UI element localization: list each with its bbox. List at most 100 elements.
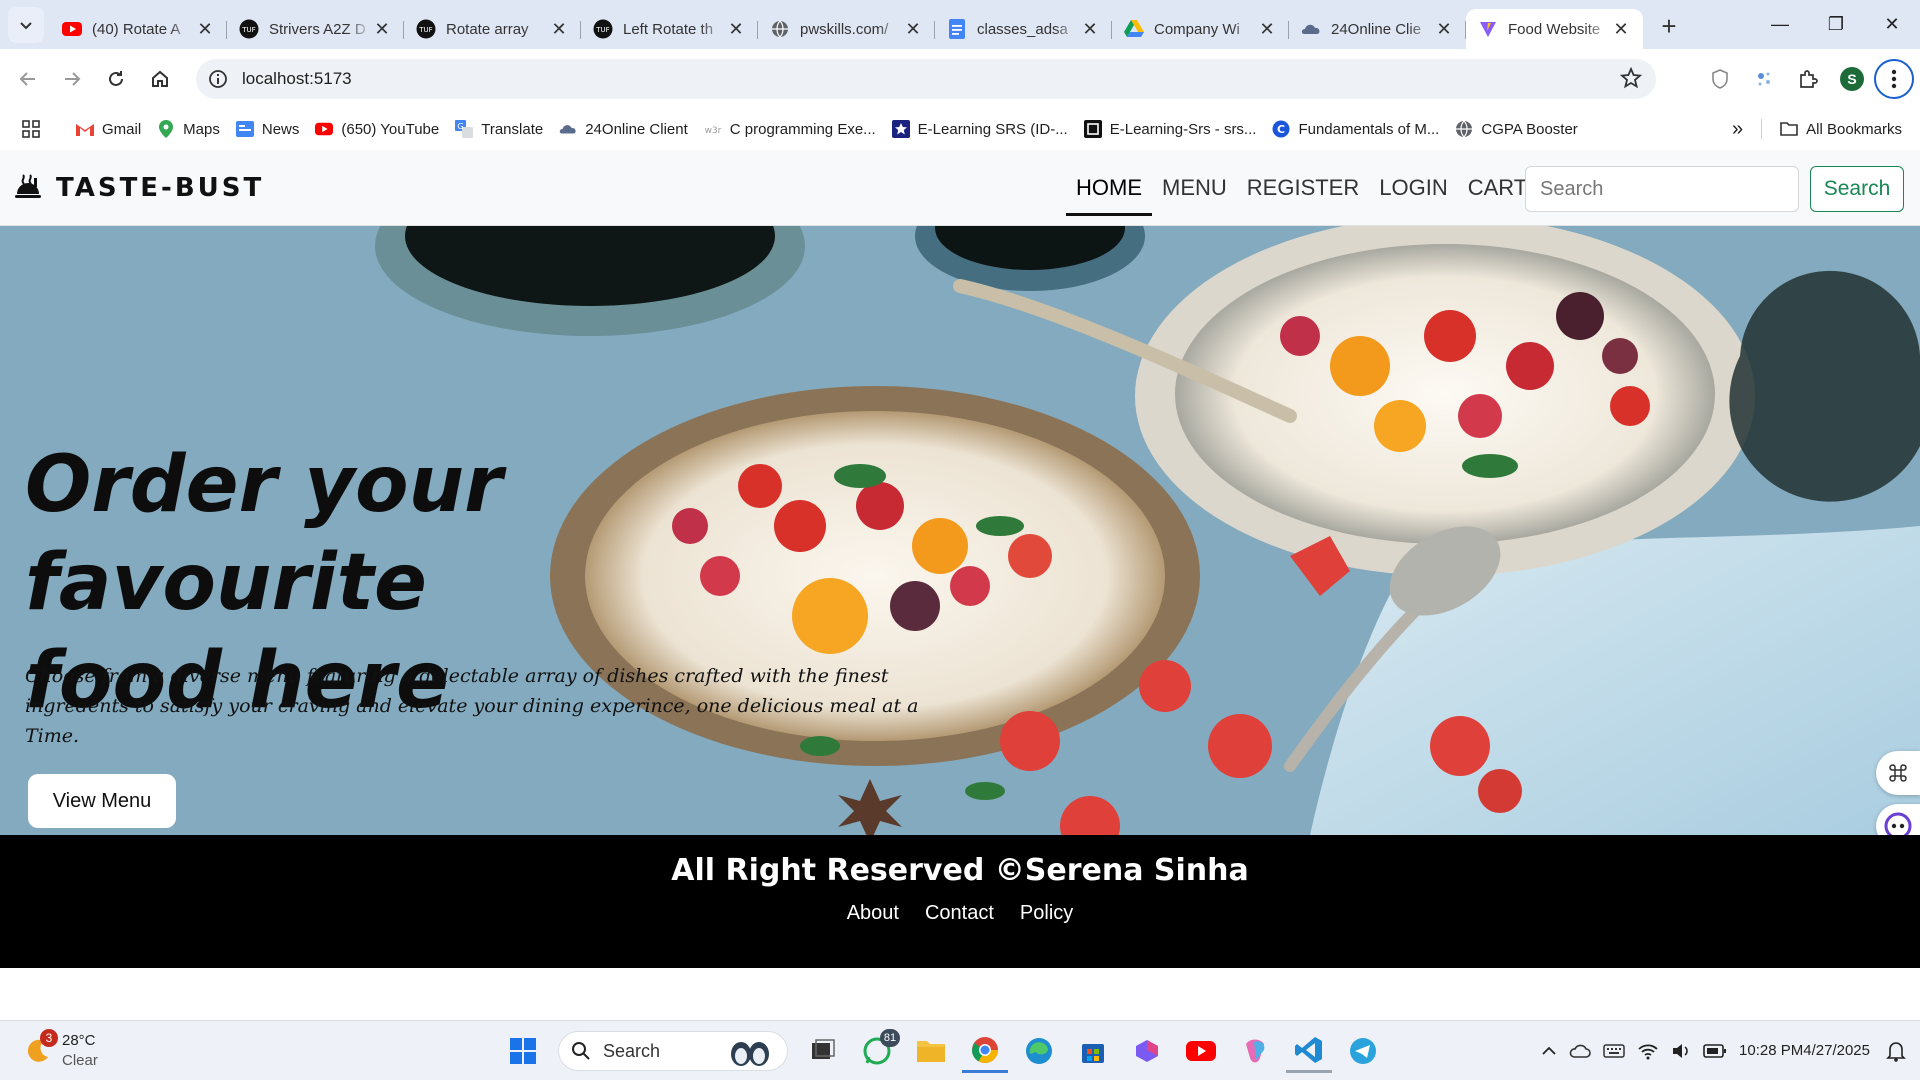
- tab-title: pwskills.com/: [800, 20, 889, 38]
- file-explorer-app[interactable]: [908, 1029, 954, 1073]
- home-icon: [152, 70, 168, 87]
- browser-tab[interactable]: 24Online Clie ✕: [1289, 9, 1466, 49]
- close-tab-icon[interactable]: ✕: [372, 19, 392, 40]
- extensions-button[interactable]: [1786, 57, 1830, 101]
- close-tab-icon[interactable]: ✕: [1611, 19, 1631, 40]
- browser-tab[interactable]: pwskills.com/ ✕: [758, 9, 935, 49]
- close-tab-icon[interactable]: ✕: [726, 19, 746, 40]
- extension-sparkle-button[interactable]: [1742, 57, 1786, 101]
- close-tab-icon[interactable]: ✕: [1434, 19, 1454, 40]
- tab-title: Left Rotate th: [623, 20, 714, 38]
- home-button[interactable]: [138, 57, 182, 101]
- bookmark-item[interactable]: Maps: [149, 113, 228, 145]
- browser-tab[interactable]: TUF Strivers A2Z D ✕: [227, 9, 404, 49]
- footer-link-contact[interactable]: Contact: [925, 902, 994, 925]
- start-button[interactable]: [500, 1029, 546, 1073]
- globe-icon: [770, 19, 790, 39]
- close-window-button[interactable]: ✕: [1864, 0, 1920, 49]
- bookmark-item[interactable]: E-Learning SRS (ID-...: [884, 113, 1076, 145]
- nav-link-menu[interactable]: MENU: [1152, 150, 1237, 226]
- task-view-button[interactable]: [800, 1029, 846, 1073]
- browser-tab[interactable]: (40) Rotate A ✕: [50, 9, 227, 49]
- bookmark-item[interactable]: CGPA Booster: [1447, 113, 1585, 145]
- close-tab-icon[interactable]: ✕: [1080, 19, 1100, 40]
- footer-link-about[interactable]: About: [847, 902, 899, 925]
- weather-widget[interactable]: 3 28°C Clear: [24, 1029, 98, 1071]
- youtube-app[interactable]: [1178, 1029, 1224, 1073]
- notifications-button[interactable]: [1886, 1040, 1906, 1062]
- windows-taskbar: 3 28°C Clear Search 81 10:28 PM 4/27/202…: [0, 1020, 1920, 1080]
- chrome-app[interactable]: [962, 1029, 1008, 1073]
- side-shortcut-button[interactable]: [1876, 751, 1920, 795]
- nav-link-home[interactable]: HOME: [1066, 150, 1152, 226]
- bookmark-item[interactable]: w3r C programming Exe...: [696, 113, 884, 145]
- nav-link-login[interactable]: LOGIN: [1369, 150, 1457, 226]
- battery-button[interactable]: [1703, 1044, 1727, 1058]
- browser-tab[interactable]: TUF Rotate array ✕: [404, 9, 581, 49]
- view-menu-button[interactable]: View Menu: [28, 774, 176, 828]
- extension-shield-button[interactable]: [1698, 57, 1742, 101]
- address-bar[interactable]: localhost:5173: [196, 59, 1656, 99]
- back-button[interactable]: [6, 57, 50, 101]
- translate-icon: G: [455, 120, 474, 138]
- speaker-icon: [1673, 1044, 1688, 1058]
- browser-toolbar: localhost:5173 S: [0, 49, 1920, 109]
- browser-tab[interactable]: Company Wi ✕: [1112, 9, 1289, 49]
- profile-avatar[interactable]: S: [1840, 67, 1864, 91]
- all-bookmarks-button[interactable]: All Bookmarks: [1772, 113, 1910, 145]
- hero-description: Choose from a diverse menu featuring a d…: [25, 665, 919, 747]
- brand[interactable]: TASTE-BUST: [14, 173, 264, 203]
- footer-link-policy[interactable]: Policy: [1020, 902, 1073, 925]
- bookmark-item[interactable]: E-Learning-Srs - srs...: [1076, 113, 1265, 145]
- m365-app[interactable]: [1124, 1029, 1170, 1073]
- taskbar-search[interactable]: Search: [558, 1031, 788, 1071]
- bookmark-item[interactable]: (650) YouTube: [307, 113, 447, 145]
- svg-text:C: C: [1277, 123, 1285, 136]
- site-search-button[interactable]: Search: [1810, 166, 1904, 212]
- browser-tab[interactable]: Food Website ✕: [1466, 9, 1643, 49]
- apps-button[interactable]: [14, 113, 48, 145]
- nav-links: HOME MENU REGISTER LOGIN CART: [1066, 150, 1537, 226]
- maximize-button[interactable]: ❐: [1808, 0, 1864, 49]
- svg-text:G: G: [458, 122, 464, 131]
- bookmark-star-icon[interactable]: [1620, 67, 1642, 89]
- system-tray: 10:28 PM 4/27/2025: [1535, 1021, 1920, 1080]
- close-tab-icon[interactable]: ✕: [549, 19, 569, 40]
- bookmark-item[interactable]: G Translate: [447, 113, 551, 145]
- bookmark-label: E-Learning SRS (ID-...: [917, 120, 1068, 138]
- new-tab-button[interactable]: +: [1651, 9, 1687, 45]
- copilot-app[interactable]: [1232, 1029, 1278, 1073]
- vscode-app[interactable]: [1286, 1029, 1332, 1073]
- reload-button[interactable]: [94, 57, 138, 101]
- bookmark-item[interactable]: Gmail: [68, 113, 149, 145]
- browser-tab[interactable]: classes_adsa ✕: [935, 9, 1112, 49]
- whatsapp-app[interactable]: 81: [854, 1029, 900, 1073]
- minimize-button[interactable]: —: [1752, 0, 1808, 49]
- edge-app[interactable]: [1016, 1029, 1062, 1073]
- onedrive-button[interactable]: [1569, 1043, 1591, 1059]
- keyboard-button[interactable]: [1603, 1043, 1625, 1059]
- tuf-icon: TUF: [593, 19, 613, 39]
- store-app[interactable]: [1070, 1029, 1116, 1073]
- volume-button[interactable]: [1671, 1042, 1691, 1060]
- close-tab-icon[interactable]: ✕: [1257, 19, 1277, 40]
- wifi-button[interactable]: [1637, 1042, 1659, 1060]
- bookmark-item[interactable]: 24Online Client: [551, 113, 696, 145]
- forward-button[interactable]: [50, 57, 94, 101]
- side-assistant-button[interactable]: [1876, 804, 1920, 835]
- browser-menu-button[interactable]: [1874, 59, 1914, 99]
- tray-overflow-button[interactable]: [1541, 1045, 1557, 1057]
- site-search-input[interactable]: [1525, 166, 1799, 212]
- taskbar-clock[interactable]: 10:28 PM 4/27/2025: [1739, 1041, 1870, 1061]
- close-tab-icon[interactable]: ✕: [195, 19, 215, 40]
- browser-tab[interactable]: TUF Left Rotate th ✕: [581, 9, 758, 49]
- more-bookmarks-button[interactable]: »: [1724, 118, 1751, 141]
- bookmark-item[interactable]: C Fundamentals of M...: [1264, 113, 1447, 145]
- nav-link-register[interactable]: REGISTER: [1237, 150, 1369, 226]
- bookmark-item[interactable]: News: [228, 113, 308, 145]
- close-tab-icon[interactable]: ✕: [903, 19, 923, 40]
- site-info-icon[interactable]: [208, 69, 228, 89]
- tab-search-button[interactable]: [8, 6, 44, 43]
- telegram-app[interactable]: [1340, 1029, 1386, 1073]
- tab-title: (40) Rotate A: [92, 20, 181, 38]
